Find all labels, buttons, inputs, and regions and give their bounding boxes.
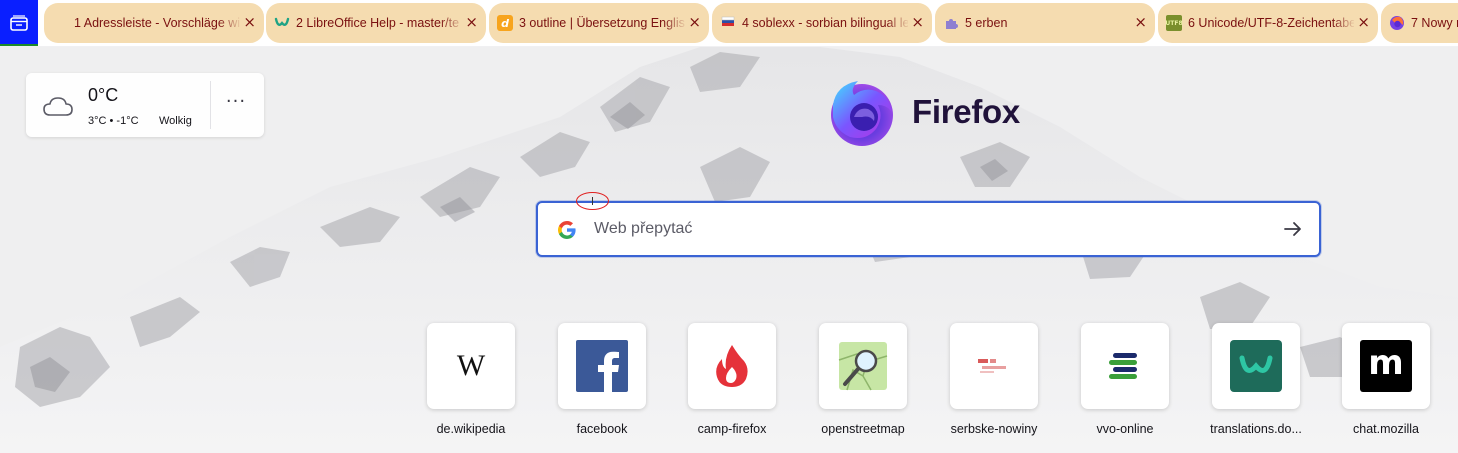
tab-list-icon xyxy=(10,15,28,31)
top-site-3-title: camp-firefox xyxy=(697,422,767,436)
tab-4[interactable]: 4 soblexx - sorbian bilingual le × xyxy=(712,3,932,43)
firefox-icon xyxy=(1389,15,1405,31)
tab-4-title: 4 soblexx - sorbian bilingual le xyxy=(742,16,908,30)
weather-temperature: 0°C xyxy=(88,85,119,105)
top-site-5-title: serbske-nowiny xyxy=(950,422,1038,436)
firefox-puzzle-icon xyxy=(943,15,959,31)
tab-6[interactable]: UTF8 6 Unicode/UTF-8-Zeichentabe × xyxy=(1158,3,1378,43)
utf8-icon: UTF8 xyxy=(1165,15,1183,31)
top-site-6[interactable]: vvo-online xyxy=(1081,323,1169,436)
top-site-4[interactable]: openstreetmap xyxy=(819,323,907,436)
top-site-4-title: openstreetmap xyxy=(821,422,905,436)
weather-divider xyxy=(210,81,211,129)
arrow-right-icon[interactable] xyxy=(1281,217,1305,241)
firefox-logo-icon xyxy=(831,81,893,146)
cursor-highlight xyxy=(576,192,609,210)
top-site-1[interactable]: W de.wikipedia xyxy=(427,323,515,436)
tab-5-title: 5 erben xyxy=(965,16,1008,30)
tab-overview-button[interactable] xyxy=(0,0,38,46)
search-placeholder: Web přepytać xyxy=(594,220,693,237)
top-site-5[interactable]: serbske-nowiny xyxy=(950,323,1038,436)
tab-7-title: 7 Nowy n xyxy=(1411,16,1458,30)
matrix-m-icon: m xyxy=(1342,323,1430,409)
top-site-3[interactable]: camp-firefox xyxy=(688,323,776,436)
openstreetmap-icon xyxy=(819,323,907,409)
top-site-7-title: translations.do... xyxy=(1210,422,1302,436)
google-icon xyxy=(558,221,576,239)
top-site-8-title: chat.mozilla xyxy=(1353,422,1419,436)
tab-3-close-icon[interactable]: × xyxy=(688,14,701,30)
facebook-icon xyxy=(558,323,646,409)
tab-2[interactable]: 2 LibreOffice Help - master/te × xyxy=(266,3,486,43)
tab-1-title: 1 Adressleiste - Vorschläge wi xyxy=(74,16,240,30)
weblate-icon xyxy=(1212,323,1300,409)
wikipedia-icon: W xyxy=(427,323,515,409)
tab-3-title: 3 outline | Übersetzung Englis xyxy=(519,16,685,30)
cloud-icon xyxy=(43,97,73,116)
weather-condition: Wolkig xyxy=(159,115,192,127)
tab-1-close-icon[interactable]: × xyxy=(243,14,256,30)
weather-widget[interactable]: 0°C 3°C • -1°C Wolkig ··· xyxy=(26,73,264,137)
search-input[interactable]: Web přepytać xyxy=(536,201,1321,257)
tab-2-close-icon[interactable]: × xyxy=(465,14,478,30)
top-site-8[interactable]: m chat.mozilla xyxy=(1342,323,1430,436)
top-site-7[interactable]: translations.do... xyxy=(1210,323,1302,436)
text-cursor-icon xyxy=(592,197,593,205)
tab-5-close-icon[interactable]: × xyxy=(1134,14,1147,30)
tab-7[interactable]: 7 Nowy n xyxy=(1381,3,1458,43)
new-tab-page: 0°C 3°C • -1°C Wolkig ··· Firefox Web př… xyxy=(0,47,1458,453)
camp-firefox-flame-icon xyxy=(688,323,776,409)
soblexx-icon xyxy=(720,15,736,31)
blank-page-icon xyxy=(52,15,68,31)
top-site-2-title: facebook xyxy=(576,422,628,436)
tab-3[interactable]: d 3 outline | Übersetzung Englis × xyxy=(489,3,709,43)
weather-range: 3°C • -1°C xyxy=(88,115,139,127)
weblate-icon xyxy=(274,15,290,31)
tab-4-close-icon[interactable]: × xyxy=(911,14,924,30)
top-site-1-title: de.wikipedia xyxy=(436,422,506,436)
tab-6-title: 6 Unicode/UTF-8-Zeichentabe xyxy=(1188,16,1354,30)
tab-strip: 1 Adressleiste - Vorschläge wi × 2 Libre… xyxy=(0,0,1458,46)
tab-5[interactable]: 5 erben × xyxy=(935,3,1155,43)
tab-2-title: 2 LibreOffice Help - master/te xyxy=(296,16,460,30)
tab-1[interactable]: 1 Adressleiste - Vorschläge wi × xyxy=(44,3,264,43)
weather-more-options-button[interactable]: ··· xyxy=(222,91,250,119)
vvo-online-icon xyxy=(1081,323,1169,409)
top-site-2[interactable]: facebook xyxy=(558,323,646,436)
firefox-wordmark: Firefox xyxy=(912,93,1020,130)
top-site-6-title: vvo-online xyxy=(1096,422,1154,436)
dict-d-icon: d xyxy=(497,15,513,31)
tab-6-close-icon[interactable]: × xyxy=(1357,14,1370,30)
serbske-nowiny-icon xyxy=(950,323,1038,409)
